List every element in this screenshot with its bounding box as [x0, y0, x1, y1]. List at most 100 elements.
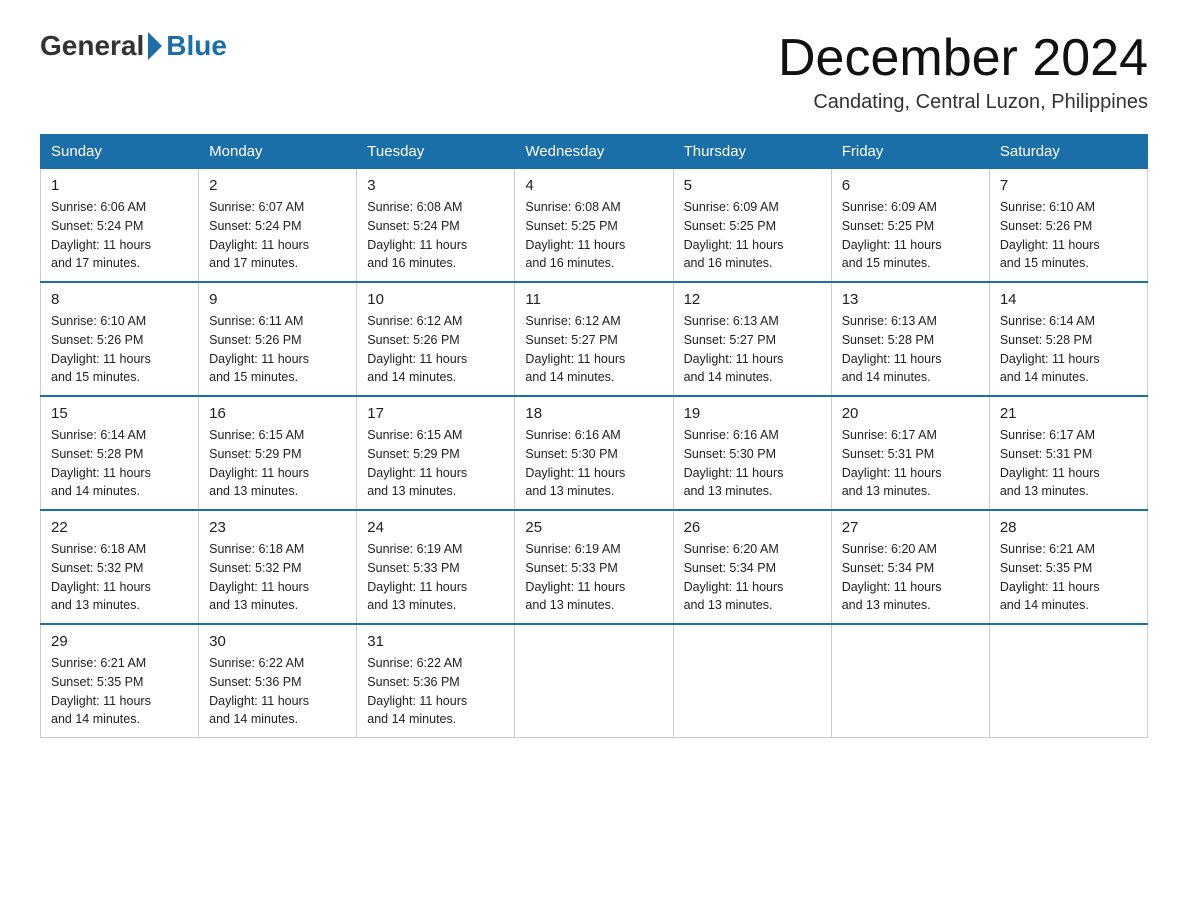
calendar-cell	[831, 624, 989, 738]
day-info: Sunrise: 6:08 AM Sunset: 5:24 PM Dayligh…	[367, 198, 504, 273]
day-number: 7	[1000, 177, 1137, 194]
calendar-cell: 1Sunrise: 6:06 AM Sunset: 5:24 PM Daylig…	[41, 169, 199, 283]
calendar-cell: 29 Sunrise: 6:21 AM Sunset: 5:35 PM Dayli…	[41, 624, 199, 738]
calendar-cell: 2 Sunrise: 6:07 AM Sunset: 5:24 PM Daylig…	[199, 169, 357, 283]
day-info: Sunrise: 6:13 AM Sunset: 5:27 PM Dayligh…	[684, 312, 821, 387]
day-number: 26	[684, 519, 821, 536]
day-number: 12	[684, 291, 821, 308]
day-number: 3	[367, 177, 504, 194]
day-number: 22	[51, 519, 188, 536]
day-number: 16	[209, 405, 346, 422]
location-subtitle: Candating, Central Luzon, Philippines	[778, 91, 1148, 114]
day-info: Sunrise: 6:15 AM Sunset: 5:29 PM Dayligh…	[367, 426, 504, 501]
day-number: 29	[51, 633, 188, 650]
calendar-cell: 31 Sunrise: 6:22 AM Sunset: 5:36 PM Dayli…	[357, 624, 515, 738]
day-number: 28	[1000, 519, 1137, 536]
day-info: Sunrise: 6:14 AM Sunset: 5:28 PM Dayligh…	[51, 426, 188, 501]
calendar-cell: 27Sunrise: 6:20 AM Sunset: 5:34 PM Dayli…	[831, 510, 989, 624]
day-info: Sunrise: 6:21 AM Sunset: 5:35 PM Dayligh…	[51, 654, 188, 729]
day-number: 14	[1000, 291, 1137, 308]
column-header-wednesday: Wednesday	[515, 135, 673, 169]
day-number: 1	[51, 177, 188, 194]
day-info: Sunrise: 6:10 AM Sunset: 5:26 PM Dayligh…	[1000, 198, 1137, 273]
day-info: Sunrise: 6:19 AM Sunset: 5:33 PM Dayligh…	[367, 540, 504, 615]
day-info: Sunrise: 6:20 AM Sunset: 5:34 PM Dayligh…	[842, 540, 979, 615]
calendar-cell: 28 Sunrise: 6:21 AM Sunset: 5:35 PM Dayli…	[989, 510, 1147, 624]
calendar-cell: 10Sunrise: 6:12 AM Sunset: 5:26 PM Dayli…	[357, 282, 515, 396]
column-header-saturday: Saturday	[989, 135, 1147, 169]
calendar-cell	[673, 624, 831, 738]
day-number: 17	[367, 405, 504, 422]
day-info: Sunrise: 6:09 AM Sunset: 5:25 PM Dayligh…	[842, 198, 979, 273]
calendar-cell: 22Sunrise: 6:18 AM Sunset: 5:32 PM Dayli…	[41, 510, 199, 624]
day-info: Sunrise: 6:12 AM Sunset: 5:26 PM Dayligh…	[367, 312, 504, 387]
day-info: Sunrise: 6:16 AM Sunset: 5:30 PM Dayligh…	[684, 426, 821, 501]
calendar-cell: 25 Sunrise: 6:19 AM Sunset: 5:33 PM Dayli…	[515, 510, 673, 624]
column-header-friday: Friday	[831, 135, 989, 169]
calendar-cell: 3 Sunrise: 6:08 AM Sunset: 5:24 PM Daylig…	[357, 169, 515, 283]
day-info: Sunrise: 6:08 AM Sunset: 5:25 PM Dayligh…	[525, 198, 662, 273]
calendar-cell: 8 Sunrise: 6:10 AM Sunset: 5:26 PM Daylig…	[41, 282, 199, 396]
calendar-week-row: 1Sunrise: 6:06 AM Sunset: 5:24 PM Daylig…	[41, 169, 1148, 283]
calendar-cell: 13 Sunrise: 6:13 AM Sunset: 5:28 PM Dayli…	[831, 282, 989, 396]
day-number: 30	[209, 633, 346, 650]
day-info: Sunrise: 6:16 AM Sunset: 5:30 PM Dayligh…	[525, 426, 662, 501]
column-header-thursday: Thursday	[673, 135, 831, 169]
calendar-cell: 17 Sunrise: 6:15 AM Sunset: 5:29 PM Dayli…	[357, 396, 515, 510]
day-number: 5	[684, 177, 821, 194]
day-number: 25	[525, 519, 662, 536]
logo-general-text: General	[40, 30, 144, 62]
calendar-cell: 14Sunrise: 6:14 AM Sunset: 5:28 PM Dayli…	[989, 282, 1147, 396]
calendar-cell: 7 Sunrise: 6:10 AM Sunset: 5:26 PM Daylig…	[989, 169, 1147, 283]
day-info: Sunrise: 6:07 AM Sunset: 5:24 PM Dayligh…	[209, 198, 346, 273]
day-number: 2	[209, 177, 346, 194]
calendar-week-row: 8 Sunrise: 6:10 AM Sunset: 5:26 PM Daylig…	[41, 282, 1148, 396]
day-number: 23	[209, 519, 346, 536]
day-number: 8	[51, 291, 188, 308]
day-number: 19	[684, 405, 821, 422]
day-number: 20	[842, 405, 979, 422]
day-info: Sunrise: 6:13 AM Sunset: 5:28 PM Dayligh…	[842, 312, 979, 387]
calendar-cell: 23Sunrise: 6:18 AM Sunset: 5:32 PM Dayli…	[199, 510, 357, 624]
calendar-cell: 6Sunrise: 6:09 AM Sunset: 5:25 PM Daylig…	[831, 169, 989, 283]
calendar-cell: 26 Sunrise: 6:20 AM Sunset: 5:34 PM Dayli…	[673, 510, 831, 624]
calendar-cell	[989, 624, 1147, 738]
day-info: Sunrise: 6:21 AM Sunset: 5:35 PM Dayligh…	[1000, 540, 1137, 615]
day-info: Sunrise: 6:20 AM Sunset: 5:34 PM Dayligh…	[684, 540, 821, 615]
day-info: Sunrise: 6:11 AM Sunset: 5:26 PM Dayligh…	[209, 312, 346, 387]
calendar-header-row: SundayMondayTuesdayWednesdayThursdayFrid…	[41, 135, 1148, 169]
day-number: 18	[525, 405, 662, 422]
calendar-cell: 9 Sunrise: 6:11 AM Sunset: 5:26 PM Daylig…	[199, 282, 357, 396]
calendar-cell: 18 Sunrise: 6:16 AM Sunset: 5:30 PM Dayli…	[515, 396, 673, 510]
day-info: Sunrise: 6:19 AM Sunset: 5:33 PM Dayligh…	[525, 540, 662, 615]
day-info: Sunrise: 6:09 AM Sunset: 5:25 PM Dayligh…	[684, 198, 821, 273]
day-number: 11	[525, 291, 662, 308]
day-number: 9	[209, 291, 346, 308]
column-header-monday: Monday	[199, 135, 357, 169]
calendar-cell: 19 Sunrise: 6:16 AM Sunset: 5:30 PM Dayli…	[673, 396, 831, 510]
day-number: 13	[842, 291, 979, 308]
calendar-week-row: 29 Sunrise: 6:21 AM Sunset: 5:35 PM Dayli…	[41, 624, 1148, 738]
calendar-cell	[515, 624, 673, 738]
day-info: Sunrise: 6:15 AM Sunset: 5:29 PM Dayligh…	[209, 426, 346, 501]
logo: General Blue	[40, 30, 227, 62]
month-year-title: December 2024	[778, 30, 1148, 87]
day-number: 21	[1000, 405, 1137, 422]
day-number: 31	[367, 633, 504, 650]
day-info: Sunrise: 6:17 AM Sunset: 5:31 PM Dayligh…	[842, 426, 979, 501]
calendar-cell: 15 Sunrise: 6:14 AM Sunset: 5:28 PM Dayli…	[41, 396, 199, 510]
day-number: 15	[51, 405, 188, 422]
day-info: Sunrise: 6:10 AM Sunset: 5:26 PM Dayligh…	[51, 312, 188, 387]
calendar-table: SundayMondayTuesdayWednesdayThursdayFrid…	[40, 134, 1148, 738]
calendar-cell: 16 Sunrise: 6:15 AM Sunset: 5:29 PM Dayli…	[199, 396, 357, 510]
page-header: General Blue December 2024 Candating, Ce…	[40, 30, 1148, 114]
day-info: Sunrise: 6:22 AM Sunset: 5:36 PM Dayligh…	[209, 654, 346, 729]
column-header-tuesday: Tuesday	[357, 135, 515, 169]
day-info: Sunrise: 6:22 AM Sunset: 5:36 PM Dayligh…	[367, 654, 504, 729]
calendar-cell: 5 Sunrise: 6:09 AM Sunset: 5:25 PM Daylig…	[673, 169, 831, 283]
calendar-cell: 12 Sunrise: 6:13 AM Sunset: 5:27 PM Dayli…	[673, 282, 831, 396]
title-block: December 2024 Candating, Central Luzon, …	[778, 30, 1148, 114]
calendar-week-row: 15 Sunrise: 6:14 AM Sunset: 5:28 PM Dayli…	[41, 396, 1148, 510]
calendar-cell: 11Sunrise: 6:12 AM Sunset: 5:27 PM Dayli…	[515, 282, 673, 396]
calendar-cell: 21Sunrise: 6:17 AM Sunset: 5:31 PM Dayli…	[989, 396, 1147, 510]
